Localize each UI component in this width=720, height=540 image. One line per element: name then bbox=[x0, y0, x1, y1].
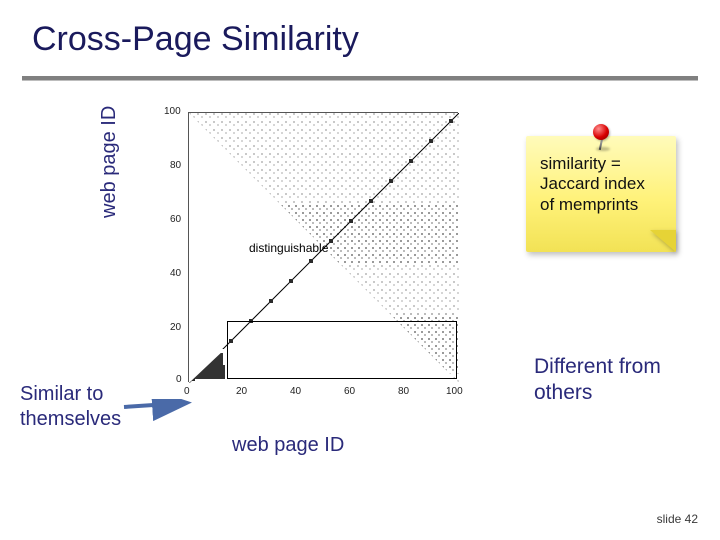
title-rule bbox=[22, 76, 698, 81]
annotation-line: Similar to bbox=[20, 382, 121, 407]
annotation-different-from-others: Different from others bbox=[534, 354, 661, 407]
page-title: Cross-Page Similarity bbox=[32, 20, 359, 59]
x-tick: 40 bbox=[290, 386, 301, 397]
y-tick: 100 bbox=[164, 106, 181, 117]
plot-annotation-distinguishable: distinguishable bbox=[249, 241, 328, 255]
x-tick: 20 bbox=[236, 386, 247, 397]
x-tick: 60 bbox=[344, 386, 355, 397]
arrow-icon bbox=[122, 399, 192, 435]
annotation-line: Different from bbox=[534, 354, 661, 380]
chart-area: 100 80 60 40 20 0 bbox=[152, 102, 468, 418]
annotation-similar-to-themselves: Similar to themselves bbox=[20, 382, 121, 432]
y-tick: 20 bbox=[170, 322, 181, 333]
annotation-line: themselves bbox=[20, 407, 121, 432]
region-different-from-others bbox=[227, 321, 457, 379]
slide: Cross-Page Similarity web page ID 100 80… bbox=[0, 0, 720, 540]
y-axis-label: web page ID bbox=[98, 106, 121, 218]
similarity-heatmap: distinguishable bbox=[188, 112, 458, 382]
x-tick: 80 bbox=[398, 386, 409, 397]
x-tick: 100 bbox=[446, 386, 463, 397]
sticky-line: similarity = bbox=[540, 154, 666, 174]
x-tick: 0 bbox=[184, 386, 190, 397]
annotation-line: others bbox=[534, 380, 661, 406]
pushpin-icon bbox=[590, 124, 612, 152]
slide-number: slide 42 bbox=[657, 512, 698, 526]
sticky-line: Jaccard index bbox=[540, 174, 666, 194]
y-tick: 40 bbox=[170, 268, 181, 279]
sticky-line: of memprints bbox=[540, 195, 666, 215]
y-tick: 80 bbox=[170, 160, 181, 171]
sticky-note-similarity: similarity = Jaccard index of memprints bbox=[526, 126, 676, 256]
sticky-curl bbox=[650, 230, 676, 252]
x-axis-label: web page ID bbox=[232, 434, 344, 457]
y-tick: 0 bbox=[176, 374, 182, 385]
y-tick: 60 bbox=[170, 214, 181, 225]
